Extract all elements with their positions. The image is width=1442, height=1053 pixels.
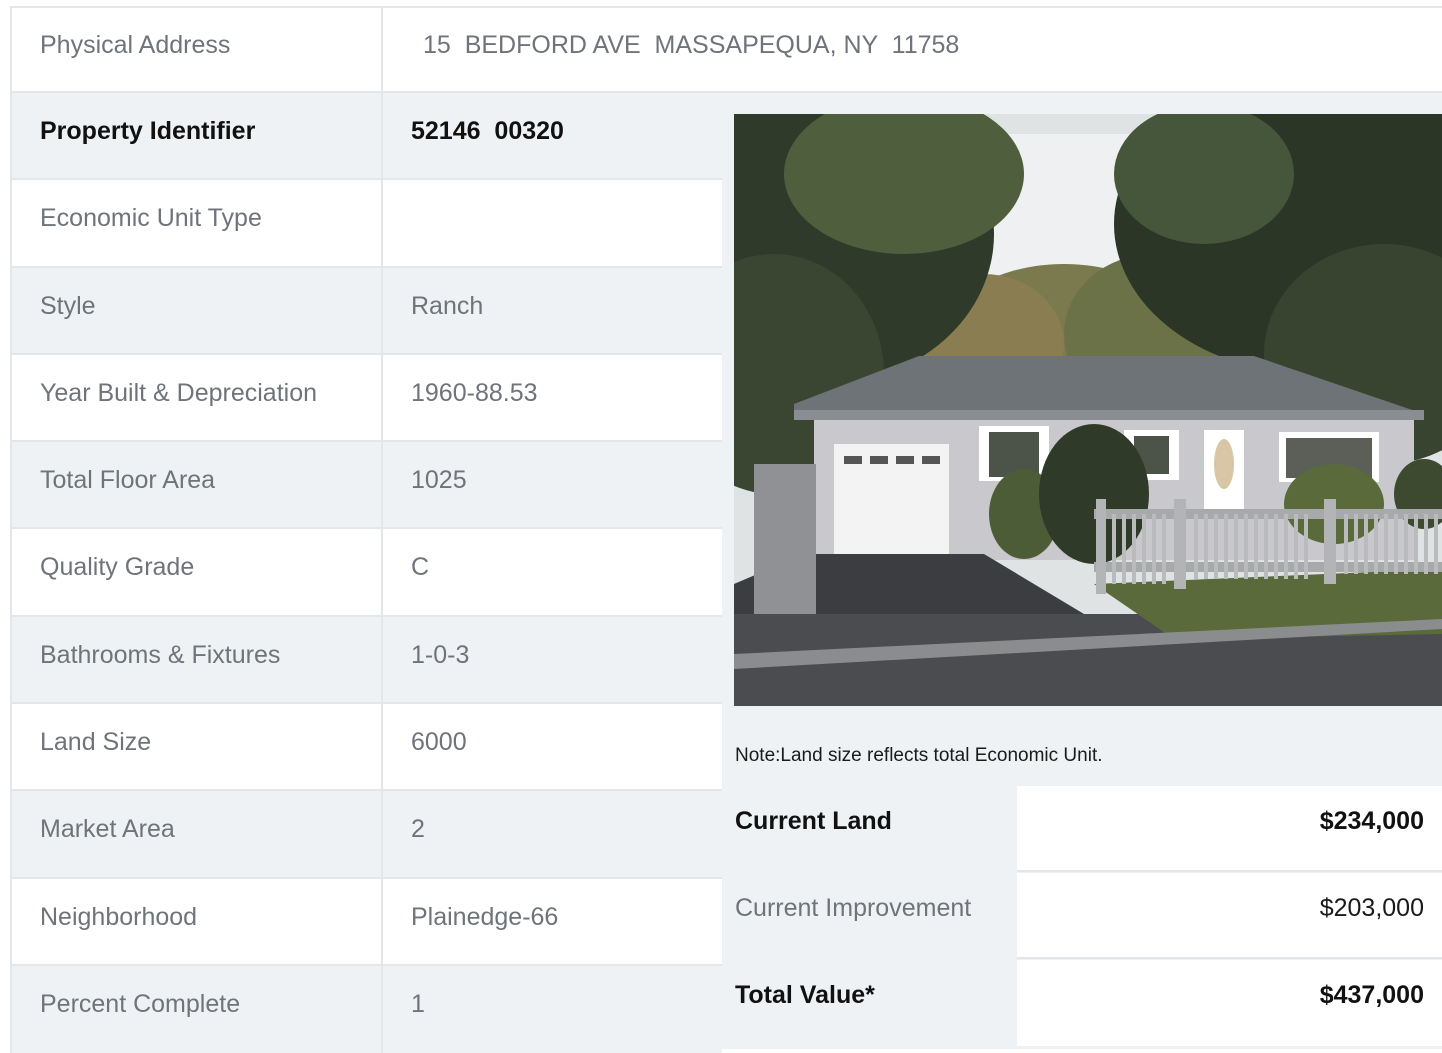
market-area-value: 2	[411, 815, 425, 844]
property-identifier-value: 52146 00320	[411, 117, 564, 145]
table-row: Economic Unit Type	[10, 180, 722, 268]
total-value-label: Total Value*	[735, 981, 875, 1009]
style-label: Style	[40, 291, 96, 320]
table-row: Property Identifier 52146 00320	[10, 93, 722, 181]
total-value-value: $437,000	[1319, 981, 1424, 1009]
land-size-note: Note:Land size reflects total Economic U…	[735, 745, 1103, 766]
market-area-label: Market Area	[40, 815, 175, 844]
physical-address-row: Physical Address 15 BEDFORD AVE MASSAPEQ…	[10, 6, 1442, 93]
property-summary-panel: Note:Land size reflects total Economic U…	[722, 93, 1442, 1049]
total-value-cell: $437,000	[1017, 960, 1442, 1046]
percent-complete-value: 1	[411, 989, 425, 1018]
total-floor-area-value: 1025	[411, 466, 467, 495]
physical-address-value: 15 BEDFORD AVE MASSAPEQUA, NY 11758	[423, 31, 960, 59]
table-row: Year Built & Depreciation 1960-88.53	[10, 354, 722, 443]
cell-divider	[381, 354, 383, 441]
current-land-label: Current Land	[735, 807, 892, 835]
table-row: Market Area 2	[10, 791, 722, 879]
table-row: Land Size 6000	[10, 704, 722, 792]
year-built-value: 1960-88.53	[411, 378, 538, 407]
current-improvement-value: $203,000	[1319, 894, 1424, 922]
land-size-label: Land Size	[40, 728, 152, 757]
quality-grade-value: C	[411, 553, 430, 582]
physical-address-label: Physical Address	[40, 31, 231, 59]
cell-divider	[381, 704, 383, 790]
cell-divider	[381, 442, 383, 528]
neighborhood-value: Plainedge-66	[411, 902, 559, 931]
cell-divider	[381, 965, 383, 1053]
property-details-table: Property Identifier 52146 00320 Economic…	[10, 93, 722, 1053]
cell-divider	[381, 8, 383, 93]
table-row: Style Ranch	[10, 267, 722, 355]
percent-complete-label: Percent Complete	[40, 989, 241, 1018]
cell-divider	[381, 878, 383, 964]
cell-divider	[381, 616, 383, 703]
current-land-row: Current Land $234,000	[722, 786, 1442, 873]
cell-divider	[381, 93, 383, 179]
current-improvement-label: Current Improvement	[735, 894, 972, 922]
cell-divider	[381, 180, 383, 266]
table-row: Percent Complete 1	[10, 965, 722, 1053]
neighborhood-label: Neighborhood	[40, 902, 198, 931]
house-photo-image	[734, 114, 1442, 706]
cell-divider	[381, 791, 383, 877]
bathrooms-fixtures-label: Bathrooms & Fixtures	[40, 640, 281, 669]
bathrooms-fixtures-value: 1-0-3	[411, 640, 470, 669]
house-photo[interactable]	[734, 114, 1442, 706]
year-built-label: Year Built & Depreciation	[40, 378, 318, 407]
current-land-cell: $234,000	[1017, 786, 1442, 872]
property-identifier-label: Property Identifier	[40, 117, 256, 145]
current-improvement-cell: $203,000	[1017, 873, 1442, 959]
quality-grade-label: Quality Grade	[40, 553, 195, 582]
current-improvement-row: Current Improvement $203,000	[722, 873, 1442, 960]
style-value: Ranch	[411, 291, 484, 320]
table-row: Neighborhood Plainedge-66	[10, 878, 722, 966]
current-land-value: $234,000	[1319, 807, 1424, 835]
table-row: Quality Grade C	[10, 529, 722, 617]
land-size-value: 6000	[411, 728, 467, 757]
total-floor-area-label: Total Floor Area	[40, 466, 216, 495]
total-value-row: Total Value* $437,000	[722, 960, 1442, 1047]
table-row: Bathrooms & Fixtures 1-0-3	[10, 616, 722, 705]
cell-divider	[381, 267, 383, 353]
table-row: Total Floor Area 1025	[10, 442, 722, 530]
economic-unit-type-label: Economic Unit Type	[40, 204, 262, 233]
cell-divider	[381, 529, 383, 615]
